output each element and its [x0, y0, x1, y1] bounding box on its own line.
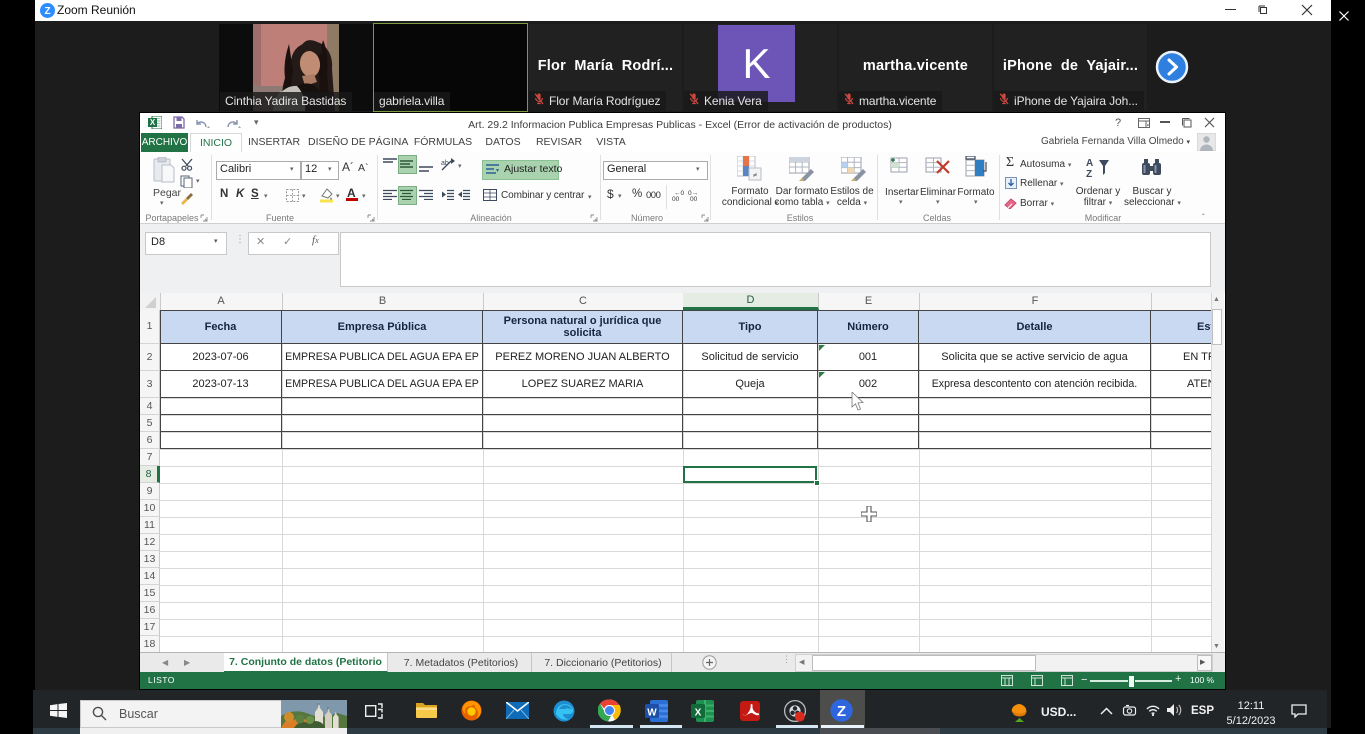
svg-text:X: X [695, 708, 702, 719]
svg-text:A: A [1086, 158, 1093, 169]
svg-text:00: 00 [672, 196, 680, 201]
svg-text:ab: ab [441, 160, 449, 167]
svg-text:≠: ≠ [753, 171, 758, 180]
svg-text:X: X [150, 118, 156, 127]
svg-text:00: 00 [690, 196, 698, 201]
svg-text:Z: Z [44, 6, 50, 17]
svg-text:Z: Z [1086, 169, 1092, 180]
svg-text:Z: Z [837, 703, 846, 720]
svg-text:W: W [647, 708, 657, 719]
